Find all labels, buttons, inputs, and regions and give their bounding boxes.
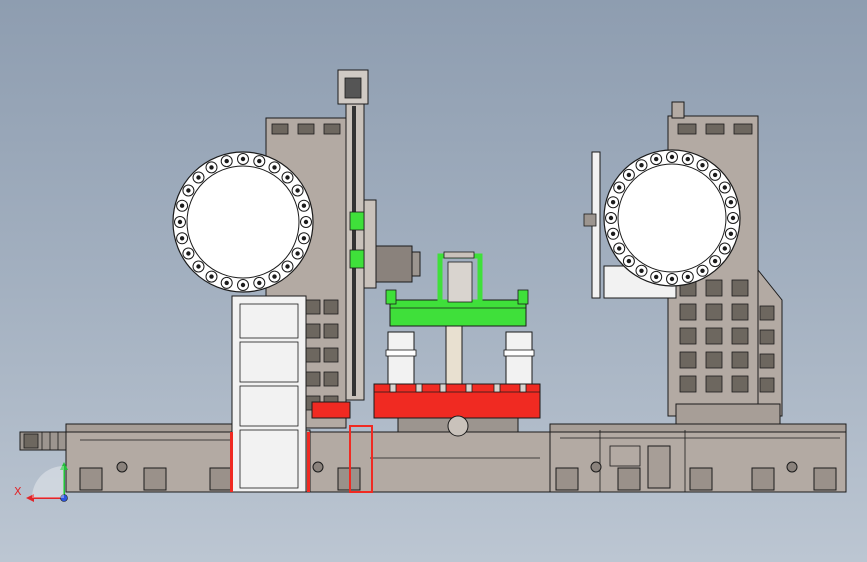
column-window — [323, 323, 339, 339]
tool-pocket-center — [700, 268, 705, 273]
column-window — [305, 299, 321, 315]
column-window — [323, 347, 339, 363]
tool-pocket-center — [301, 203, 307, 208]
tool-pocket-center — [209, 274, 214, 279]
tool-pocket-center — [728, 231, 734, 236]
tool-pocket-center — [285, 264, 290, 269]
tool-pocket-center — [730, 215, 736, 221]
left-magazine-stand — [230, 295, 310, 493]
tool-pocket-center — [610, 231, 616, 236]
tool-pocket-center — [722, 246, 727, 251]
column-window — [731, 375, 749, 393]
cad-viewport[interactable]: X Y Z — [0, 0, 867, 562]
tool-pocket-center — [700, 163, 705, 168]
column-window — [679, 327, 697, 345]
column-window — [705, 123, 725, 135]
left-tool-magazine — [172, 151, 314, 293]
tool-pocket-center — [272, 165, 277, 170]
column-window — [679, 375, 697, 393]
axis-triad — [26, 462, 68, 502]
tool-pocket-center — [186, 188, 191, 193]
column-window — [323, 299, 339, 315]
column-window — [305, 323, 321, 339]
column-window — [759, 329, 775, 345]
bed-rail-right — [549, 423, 847, 433]
tool-pocket-center — [639, 163, 644, 168]
column-window — [271, 123, 289, 135]
tool-pocket-center — [196, 264, 201, 269]
tool-pocket-center — [728, 200, 734, 205]
tool-pocket-center — [177, 219, 183, 225]
tool-pocket-center — [654, 156, 659, 162]
tool-pocket-center — [626, 172, 632, 178]
column-window — [705, 279, 723, 297]
column-window — [705, 303, 723, 321]
tool-pocket-center — [610, 200, 616, 205]
tool-pocket-center — [669, 276, 675, 282]
tool-pocket-center — [639, 268, 644, 273]
tool-pocket-center — [257, 280, 262, 286]
tool-pocket-center — [712, 258, 718, 264]
tool-pocket-center — [272, 274, 277, 279]
tool-pocket-center — [257, 158, 262, 164]
tool-pocket-center — [209, 165, 214, 170]
column-window — [759, 353, 775, 369]
tool-pocket-center — [295, 251, 300, 256]
tool-pocket-center — [626, 258, 632, 264]
column-window — [705, 375, 723, 393]
column-window — [323, 123, 341, 135]
bed-rail-left — [65, 423, 247, 433]
tool-pocket-center — [179, 236, 185, 241]
column-window — [305, 347, 321, 363]
right-magazine-bracket — [583, 151, 601, 299]
tool-pocket-center — [617, 246, 622, 251]
column-window — [731, 327, 749, 345]
column-window — [759, 377, 775, 393]
column-window — [705, 351, 723, 369]
tool-pocket-center — [179, 203, 185, 208]
column-window — [733, 123, 753, 135]
tool-pocket-center — [608, 215, 614, 221]
column-window — [677, 123, 697, 135]
bed-door — [647, 445, 671, 489]
tool-pocket-center — [224, 158, 229, 164]
axis-x-label: X — [14, 485, 22, 498]
column-window — [759, 305, 775, 321]
column-window — [297, 123, 315, 135]
x-axis-motor — [19, 431, 67, 451]
column-window — [679, 351, 697, 369]
tool-pocket-center — [685, 274, 690, 280]
tool-pocket-center — [303, 219, 309, 225]
column-window — [731, 303, 749, 321]
tool-pocket-center — [285, 175, 290, 180]
tool-pocket-center — [722, 185, 727, 190]
tool-pocket-center — [712, 172, 718, 178]
column-window — [731, 351, 749, 369]
tool-pocket-center — [240, 282, 246, 288]
tool-pocket-center — [224, 280, 229, 286]
tool-pocket-center — [196, 175, 201, 180]
column-window — [323, 371, 339, 387]
tool-pocket-center — [669, 154, 675, 160]
tool-pocket-center — [654, 274, 659, 280]
machine-drawing — [19, 69, 847, 502]
column-window — [731, 279, 749, 297]
tool-pocket-center — [240, 156, 246, 162]
tool-pocket-center — [685, 156, 690, 162]
tool-pocket-center — [295, 188, 300, 193]
column-window — [705, 327, 723, 345]
tool-pocket-center — [186, 251, 191, 256]
tool-pocket-center — [301, 236, 307, 241]
column-window — [305, 371, 321, 387]
column-window — [679, 303, 697, 321]
tool-pocket-center — [617, 185, 622, 190]
